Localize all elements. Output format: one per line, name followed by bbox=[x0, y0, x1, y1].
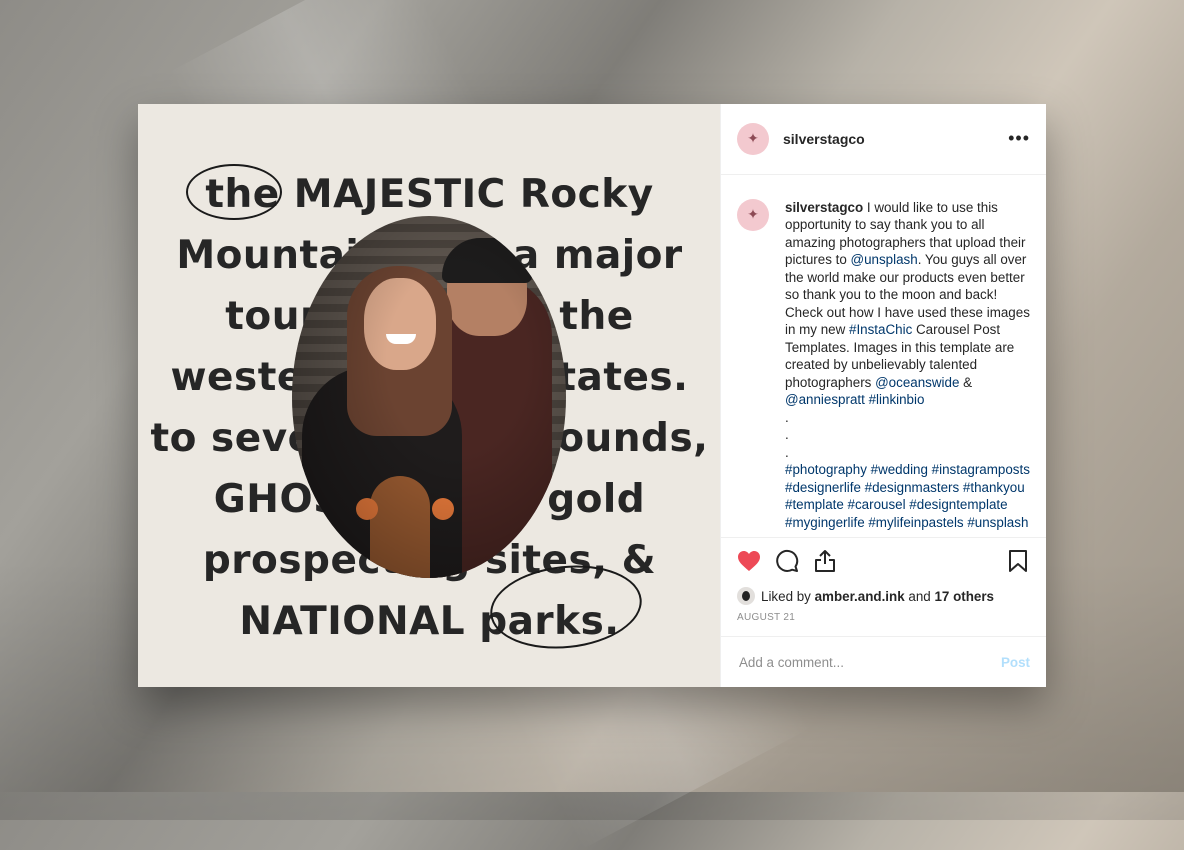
likes-others[interactable]: 17 others bbox=[934, 589, 994, 604]
comment-input[interactable] bbox=[737, 653, 1001, 671]
instagram-post-card: the MAJESTIC Rocky Mountains are a major… bbox=[138, 104, 1046, 687]
caption-dot: . bbox=[785, 444, 789, 460]
caption-link[interactable]: #InstaChic bbox=[849, 322, 912, 337]
post-sidebar: ✦ silverstagco ••• ✦ silverstagco I woul… bbox=[720, 104, 1046, 687]
stag-logo-icon: ✦ bbox=[747, 130, 759, 147]
caption-username[interactable]: silverstagco bbox=[785, 200, 863, 215]
action-bar bbox=[721, 536, 1046, 585]
caption-link[interactable]: @anniespratt bbox=[785, 392, 865, 407]
caption-avatar[interactable]: ✦ bbox=[737, 198, 769, 231]
hand-drawn-circle bbox=[186, 164, 282, 220]
post-date[interactable]: AUGUST 21 bbox=[721, 608, 1046, 636]
like-heart-icon[interactable] bbox=[735, 547, 763, 575]
caption-dot: . bbox=[785, 427, 789, 443]
caption-link[interactable]: @oceanswide bbox=[875, 375, 959, 390]
comment-bar: Post bbox=[721, 636, 1046, 687]
stag-logo-icon: ✦ bbox=[747, 206, 759, 223]
header-username[interactable]: silverstagco bbox=[783, 131, 865, 147]
liker-username[interactable]: amber.and.ink bbox=[815, 589, 905, 604]
couple-photo bbox=[292, 216, 566, 578]
photo-vignette bbox=[292, 216, 566, 578]
likes-and: and bbox=[908, 588, 931, 604]
caption-text: silverstagco I would like to use this op… bbox=[785, 199, 1030, 537]
post-header: ✦ silverstagco ••• bbox=[721, 104, 1046, 175]
caption-hashtags[interactable]: #photography #wedding #instagramposts #d… bbox=[785, 462, 1030, 530]
likes-prefix: Liked by bbox=[761, 588, 811, 604]
bookmark-icon[interactable] bbox=[1004, 547, 1032, 575]
caption-dot: . bbox=[785, 409, 789, 425]
share-icon[interactable] bbox=[811, 547, 839, 575]
caption-link[interactable]: #linkinbio bbox=[869, 392, 925, 407]
more-options-icon[interactable]: ••• bbox=[1008, 128, 1030, 149]
profile-avatar[interactable]: ✦ bbox=[737, 122, 769, 155]
post-image[interactable]: the MAJESTIC Rocky Mountains are a major… bbox=[138, 104, 720, 687]
post-comment-button[interactable]: Post bbox=[1001, 655, 1030, 670]
caption-segment: & bbox=[959, 374, 973, 390]
likes-line: Liked by amber.and.ink and 17 others bbox=[721, 584, 1046, 608]
comment-icon[interactable] bbox=[773, 547, 801, 575]
caption-link[interactable]: @unsplash bbox=[851, 252, 918, 267]
liker-avatar[interactable] bbox=[737, 587, 755, 606]
caption-area: ✦ silverstagco I would like to use this … bbox=[721, 175, 1046, 537]
